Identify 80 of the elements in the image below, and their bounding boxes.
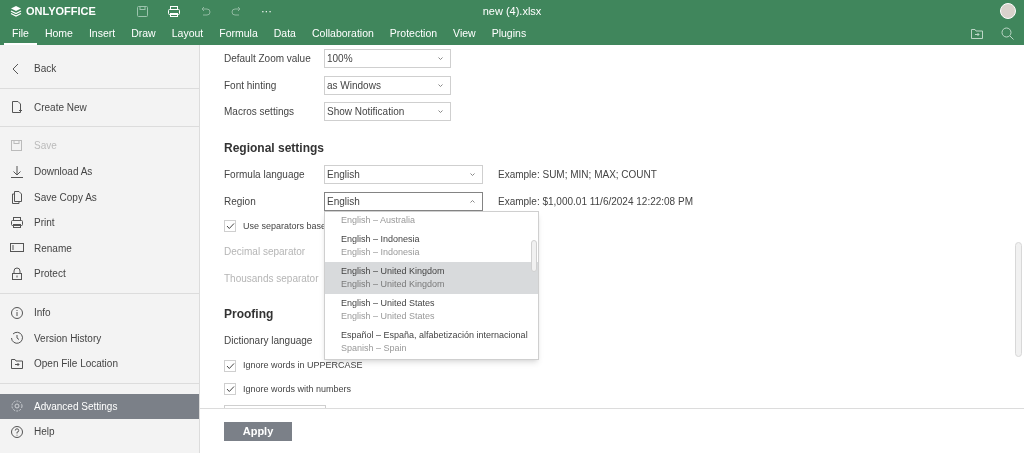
check-icon (225, 385, 235, 394)
field-label: Default Zoom value (224, 51, 312, 66)
chevron-down-icon (437, 81, 444, 89)
field-label: Dictionary language (224, 334, 313, 349)
checkbox-label: Ignore words in UPPERCASE (243, 359, 363, 373)
field-label: Macros settings (224, 105, 296, 120)
sidebar-item[interactable]: Version History (0, 325, 199, 351)
more-button[interactable]: ··· (260, 2, 272, 20)
ribbon-tab[interactable]: View (445, 22, 484, 45)
chevron-down-icon (437, 54, 444, 62)
print-icon[interactable] (166, 4, 181, 18)
ribbon-tab[interactable]: Draw (123, 22, 164, 45)
print-icon (10, 215, 24, 230)
field-label: Thousands separator (224, 271, 319, 286)
sidebar-item[interactable]: Print (0, 209, 199, 236)
example-text: Example: $1,000.01 11/6/2024 12:22:08 PM (498, 194, 693, 209)
dropdown-field[interactable]: as Windows (324, 75, 451, 95)
logo-icon (10, 5, 22, 17)
check-icon (225, 361, 235, 370)
field-label: Region (224, 194, 257, 209)
ribbon-tab[interactable]: Home (36, 22, 81, 45)
dropdown-field[interactable]: English (324, 191, 483, 211)
checkbox[interactable] (224, 359, 236, 372)
redo-icon[interactable] (229, 5, 243, 17)
sidebar-item[interactable]: Create New (0, 94, 199, 121)
field-label: Font hinting (224, 78, 278, 93)
apply-button[interactable]: Apply (224, 421, 292, 441)
ribbon-tab[interactable]: Protection (381, 22, 446, 45)
sidebar-item[interactable]: Save Copy As (0, 184, 199, 210)
ribbon-tab[interactable]: Collaboration (303, 22, 382, 45)
help-icon (10, 424, 24, 439)
app-name: ONLYOFFICE (26, 3, 96, 19)
save-icon[interactable] (135, 4, 149, 18)
sidebar-item[interactable]: Back (0, 56, 199, 82)
checkbox-label: Ignore words with numbers (243, 382, 352, 396)
document-title: new (4).xlsx (482, 3, 542, 19)
field-label: Formula language (224, 167, 306, 182)
section-heading: Proofing (224, 306, 274, 324)
ribbon-tab[interactable]: Data (265, 22, 304, 45)
lock-icon (10, 266, 24, 281)
checkbox[interactable] (224, 383, 236, 396)
sidebar-item[interactable]: Open File Location (0, 350, 199, 377)
ribbon-tab[interactable]: Insert (80, 22, 124, 45)
avatar[interactable] (1000, 3, 1016, 19)
scrollbar[interactable] (1015, 242, 1022, 357)
dropdown-field[interactable]: English (324, 164, 483, 184)
sidebar-item[interactable]: Advanced Settings (0, 393, 199, 420)
example-text: Example: SUM; MIN; MAX; COUNT (498, 167, 657, 182)
sidebar-item[interactable]: Rename (0, 235, 199, 262)
field-label: Decimal separator (224, 244, 306, 259)
dropdown-field[interactable]: 100% (324, 48, 451, 68)
checkbox[interactable] (224, 220, 236, 233)
download-icon (10, 164, 24, 179)
dropdown-option[interactable]: Español – España, alfabetización internacional Spanish – Spain (325, 325, 538, 358)
search-icon[interactable] (1001, 27, 1014, 40)
dropdown-option[interactable]: English – Indonesia English – Indonesia (325, 229, 538, 262)
sidebar-item[interactable]: Download As (0, 158, 199, 185)
sidebar-item[interactable]: Help (0, 419, 199, 445)
chevron-down-icon (437, 108, 444, 116)
sidebar-item[interactable]: Protect (0, 261, 199, 287)
new-file-icon (10, 100, 24, 115)
save-icon (10, 139, 24, 153)
check-icon (225, 222, 235, 231)
copy-icon (10, 190, 24, 205)
folder-icon[interactable] (970, 27, 984, 40)
section-heading: Regional settings (224, 140, 324, 157)
ribbon-tab[interactable]: Formula (211, 22, 266, 45)
ribbon-tab[interactable]: Plugins (483, 22, 535, 45)
dropdown-option[interactable]: English – United Kingdom English – United Kingdom (325, 261, 538, 294)
chevron-down-icon (469, 170, 476, 178)
dropdown-option[interactable]: English – United States English – United States (325, 293, 538, 326)
dropdown-field[interactable]: Show Notification (324, 102, 451, 122)
chevron-up-icon (469, 197, 476, 205)
ribbon-tab[interactable]: Layout (163, 22, 212, 45)
sidebar-item[interactable]: Info (0, 299, 199, 326)
scrollbar[interactable] (531, 239, 537, 272)
info-icon (10, 305, 24, 320)
settings-icon (10, 399, 24, 414)
history-icon (10, 331, 24, 346)
folder-icon (10, 356, 24, 371)
